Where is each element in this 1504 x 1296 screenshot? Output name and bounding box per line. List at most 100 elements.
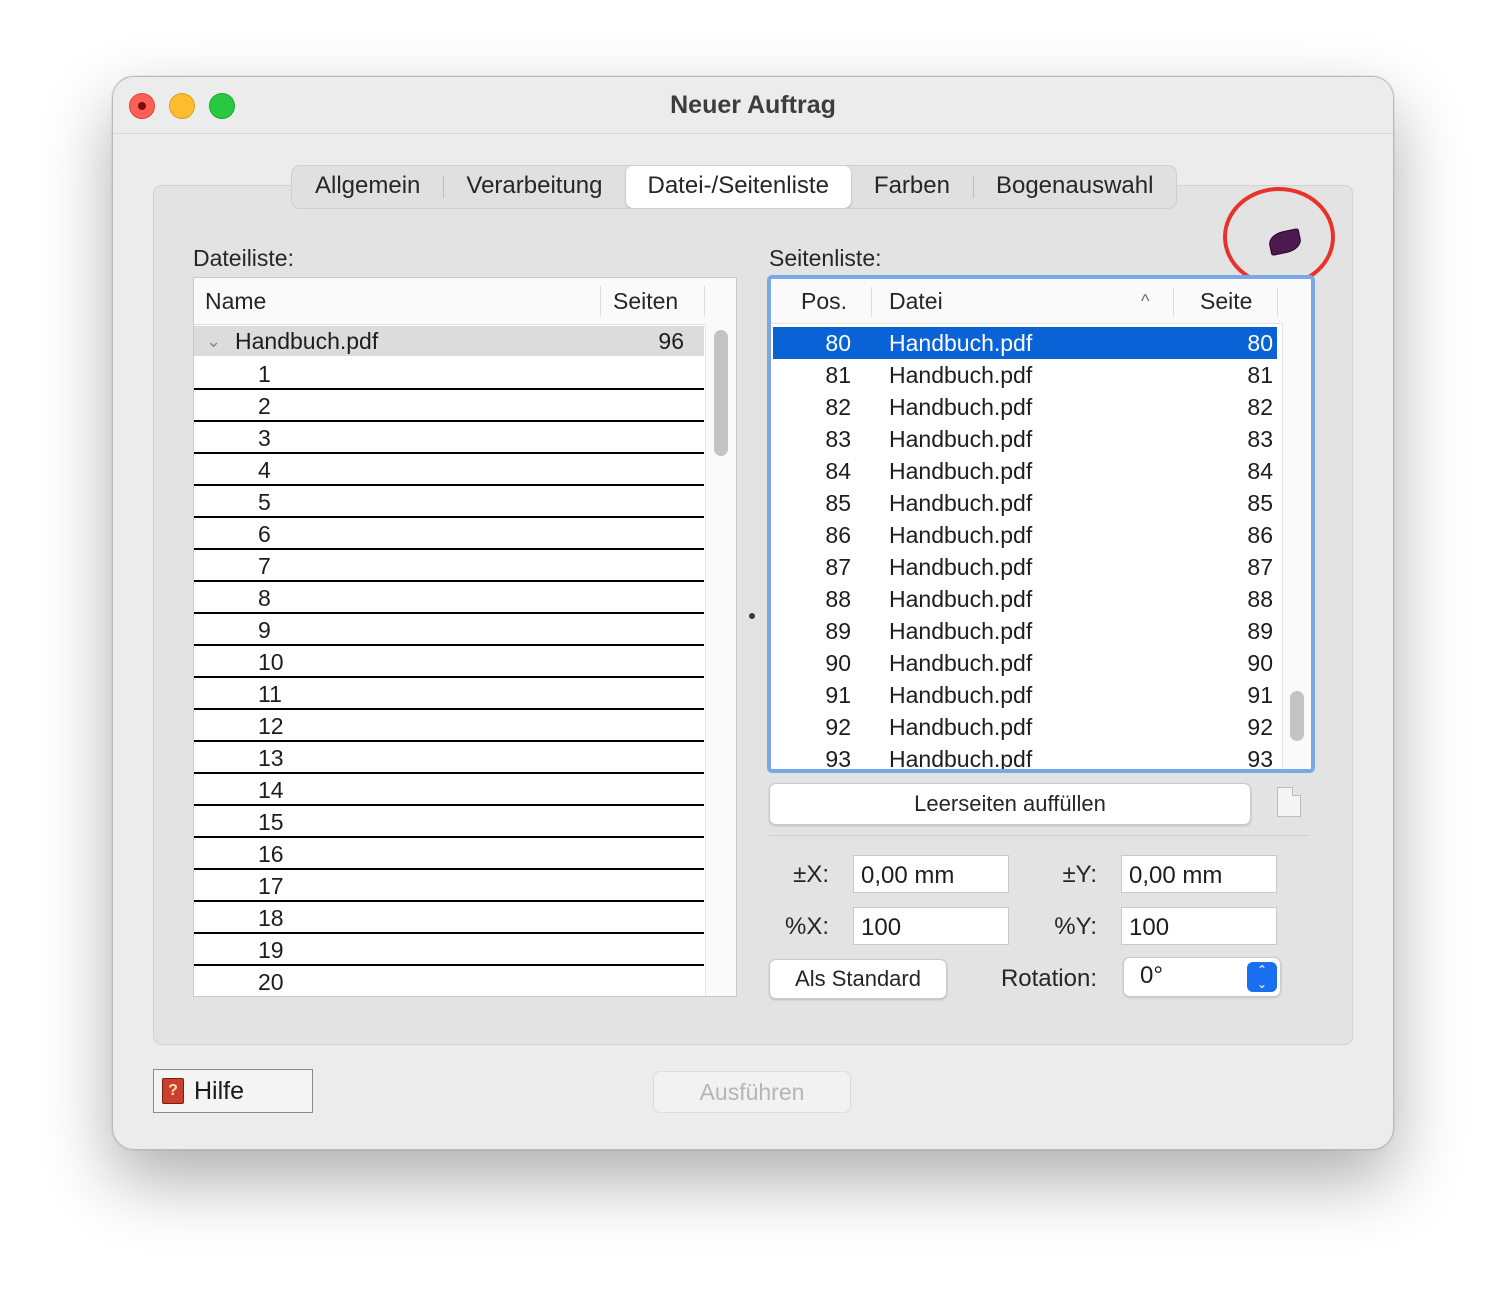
file-page-row[interactable]: 4: [194, 454, 704, 486]
page-list-row[interactable]: 85 Handbuch.pdf 85: [773, 487, 1277, 519]
file-page-row[interactable]: 8: [194, 582, 704, 614]
page-number: 5: [258, 489, 271, 515]
page-number: 91: [1247, 682, 1273, 708]
column-header-file[interactable]: Datei: [889, 279, 943, 323]
page-list-row[interactable]: 83 Handbuch.pdf 83: [773, 423, 1277, 455]
file-list-table[interactable]: Name Seiten ⌄ Handbuch.pdf 96 1234567891…: [193, 277, 737, 997]
file-page-row[interactable]: 7: [194, 550, 704, 582]
scrollbar-thumb[interactable]: [714, 330, 728, 456]
tab-datei-seitenliste[interactable]: Datei-/Seitenliste: [625, 166, 851, 208]
file-page-row[interactable]: 9: [194, 614, 704, 646]
column-divider[interactable]: [600, 286, 601, 316]
page-pos: 93: [825, 746, 851, 772]
chevron-down-icon[interactable]: ⌄: [206, 326, 221, 356]
rotation-value: 0°: [1140, 962, 1163, 989]
file-page-row[interactable]: 18: [194, 902, 704, 934]
file-page-row[interactable]: 15: [194, 806, 704, 838]
page-list-row[interactable]: 87 Handbuch.pdf 87: [773, 551, 1277, 583]
stepper-arrows-icon[interactable]: ⌃ ⌄: [1247, 962, 1277, 992]
section-divider: [769, 835, 1309, 836]
page-list-row[interactable]: 80 Handbuch.pdf 80: [773, 327, 1277, 359]
run-button[interactable]: Ausführen: [653, 1071, 851, 1113]
offset-y-field[interactable]: 0,00 mm: [1121, 855, 1277, 893]
title-bar: Neuer Auftrag: [113, 77, 1393, 134]
page-list-row[interactable]: 89 Handbuch.pdf 89: [773, 615, 1277, 647]
column-header-pages[interactable]: Seiten: [613, 278, 678, 324]
page-pos: 83: [825, 426, 851, 452]
page-file: Handbuch.pdf: [889, 714, 1033, 740]
scrollbar-thumb[interactable]: [1290, 691, 1304, 741]
sort-ascending-icon[interactable]: ^: [1141, 279, 1149, 323]
file-page-row[interactable]: 3: [194, 422, 704, 454]
page-number: 14: [258, 777, 284, 803]
page-file: Handbuch.pdf: [889, 330, 1033, 356]
scale-x-field[interactable]: 100: [853, 907, 1009, 945]
scale-y-field[interactable]: 100: [1121, 907, 1277, 945]
file-page-row[interactable]: 2: [194, 390, 704, 422]
page-file: Handbuch.pdf: [889, 426, 1033, 452]
column-header-pos[interactable]: Pos.: [801, 279, 847, 323]
file-page-row[interactable]: 17: [194, 870, 704, 902]
file-page-row[interactable]: 20: [194, 966, 704, 996]
tab-bogenauswahl[interactable]: Bogenauswahl: [972, 166, 1176, 208]
window-title: Neuer Auftrag: [670, 91, 836, 119]
offset-x-field[interactable]: 0,00 mm: [853, 855, 1009, 893]
tab-allgemein[interactable]: Allgemein: [292, 166, 443, 208]
page-file: Handbuch.pdf: [889, 682, 1033, 708]
file-page-row[interactable]: 14: [194, 774, 704, 806]
page-list-row[interactable]: 91 Handbuch.pdf 91: [773, 679, 1277, 711]
column-divider[interactable]: [1173, 287, 1174, 317]
column-divider[interactable]: [704, 286, 705, 316]
file-name: Handbuch.pdf: [235, 328, 379, 354]
set-default-button[interactable]: Als Standard: [769, 959, 947, 999]
page-list-row[interactable]: 86 Handbuch.pdf 86: [773, 519, 1277, 551]
page-number: 18: [258, 905, 284, 931]
column-header-page[interactable]: Seite: [1200, 279, 1252, 323]
page-number: 80: [1247, 330, 1273, 356]
page-list-row[interactable]: 84 Handbuch.pdf 84: [773, 455, 1277, 487]
file-page-row[interactable]: 10: [194, 646, 704, 678]
column-divider[interactable]: [1277, 287, 1278, 317]
file-page-row[interactable]: 6: [194, 518, 704, 550]
page-file: Handbuch.pdf: [889, 522, 1033, 548]
file-page-row[interactable]: 12: [194, 710, 704, 742]
page-number: 7: [258, 553, 271, 579]
page-list-row[interactable]: 88 Handbuch.pdf 88: [773, 583, 1277, 615]
page-list-row[interactable]: 93 Handbuch.pdf 93: [773, 743, 1277, 772]
file-page-row[interactable]: 13: [194, 742, 704, 774]
page-file: Handbuch.pdf: [889, 458, 1033, 484]
page-list-row[interactable]: 81 Handbuch.pdf 81: [773, 359, 1277, 391]
scale-x-label: %X:: [784, 913, 829, 940]
file-page-row[interactable]: 1: [194, 358, 704, 390]
splitter-handle[interactable]: [749, 613, 755, 619]
dialog-window: Neuer Auftrag Allgemein Verarbeitung Dat…: [112, 76, 1394, 1150]
file-page-row[interactable]: 16: [194, 838, 704, 870]
page-file: Handbuch.pdf: [889, 746, 1033, 772]
help-button[interactable]: ? Hilfe: [153, 1069, 313, 1113]
document-icon[interactable]: [1277, 787, 1301, 817]
file-page-row[interactable]: 19: [194, 934, 704, 966]
file-row-handbuch[interactable]: ⌄ Handbuch.pdf 96: [194, 326, 704, 356]
page-list-scrollbar[interactable]: [1282, 323, 1311, 769]
column-header-name[interactable]: Name: [205, 278, 266, 324]
column-divider[interactable]: [871, 287, 872, 317]
page-file: Handbuch.pdf: [889, 554, 1033, 580]
page-pos: 92: [825, 714, 851, 740]
tab-bar: Allgemein Verarbeitung Datei-/Seitenlist…: [291, 165, 1178, 209]
page-list-row[interactable]: 90 Handbuch.pdf 90: [773, 647, 1277, 679]
file-page-row[interactable]: 11: [194, 678, 704, 710]
rotation-label: Rotation:: [1000, 965, 1097, 992]
page-list-table[interactable]: Pos. Datei ^ Seite 80 Handbuch.pdf 80 81 Han…: [767, 275, 1315, 773]
help-book-icon: ?: [162, 1078, 184, 1104]
file-list-scrollbar[interactable]: [705, 324, 736, 996]
fill-blank-pages-button[interactable]: Leerseiten auffüllen: [769, 783, 1251, 825]
page-list-row[interactable]: 92 Handbuch.pdf 92: [773, 711, 1277, 743]
page-number: 11: [258, 681, 282, 707]
page-list-row[interactable]: 82 Handbuch.pdf 82: [773, 391, 1277, 423]
rotation-select[interactable]: 0° ⌃ ⌄: [1123, 957, 1281, 997]
tab-farben[interactable]: Farben: [851, 166, 973, 208]
tab-verarbeitung[interactable]: Verarbeitung: [443, 166, 625, 208]
page-number: 88: [1247, 586, 1273, 612]
file-page-row[interactable]: 5: [194, 486, 704, 518]
page-number: 81: [1247, 362, 1273, 388]
